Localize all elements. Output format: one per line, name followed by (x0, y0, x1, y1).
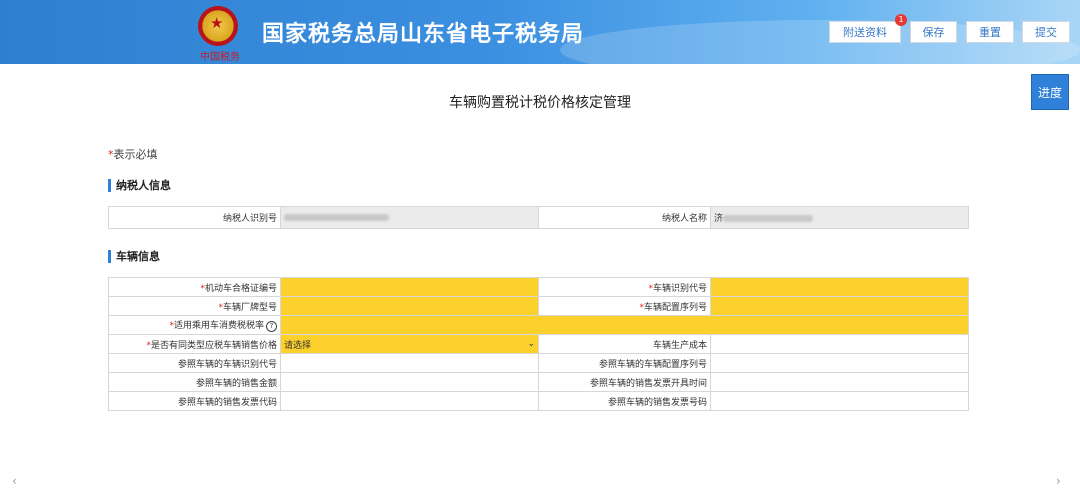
brand-model-label: *车辆厂牌型号 (108, 296, 281, 316)
scroll-right-icon[interactable]: › (1056, 474, 1061, 488)
taxpayer-name-label: 纳税人名称 (538, 206, 711, 229)
ref-invoice-number-label: 参照车辆的销售发票号码 (538, 391, 711, 411)
emblem-text: 中国税务 (200, 52, 240, 63)
consumption-tax-rate-input[interactable] (280, 315, 969, 335)
system-title: 国家税务总局山东省电子税务局 (262, 22, 585, 47)
certificate-number-input[interactable] (280, 277, 539, 297)
ref-invoice-number-input[interactable] (710, 391, 969, 411)
taxpayer-id-value (280, 206, 539, 229)
table-row: 参照车辆的车辆识别代号 参照车辆的车辆配置序列号 (108, 353, 969, 373)
help-icon[interactable]: ? (266, 321, 277, 332)
attachments-button[interactable]: 附送资料 (829, 21, 901, 43)
attachments-badge: 1 (895, 14, 907, 26)
ref-invoice-code-label: 参照车辆的销售发票代码 (108, 391, 281, 411)
table-row: *车辆厂牌型号 *车辆配置序列号 (108, 296, 969, 316)
ref-invoice-date-label: 参照车辆的销售发票开具时间 (538, 372, 711, 392)
config-serial-input[interactable] (710, 296, 969, 316)
config-serial-label: *车辆配置序列号 (538, 296, 711, 316)
table-row: *是否有同类型应税车辆销售价格 请选择 ⌄ 车辆生产成本 (108, 334, 969, 354)
taxpayer-section-title: 纳税人信息 (108, 179, 171, 192)
table-row: 参照车辆的销售金额 参照车辆的销售发票开具时间 (108, 372, 969, 392)
submit-button[interactable]: 提交 (1022, 21, 1070, 43)
vin-input[interactable] (710, 277, 969, 297)
ref-invoice-date-input[interactable] (710, 372, 969, 392)
production-cost-input[interactable] (710, 334, 969, 354)
page-title: 车辆购置税计税价格核定管理 (449, 95, 631, 111)
same-type-price-label: *是否有同类型应税车辆销售价格 (108, 334, 281, 354)
top-banner: ★ 中国税务 国家税务总局山东省电子税务局 附送资料 1 保存 重置 提交 (0, 0, 1080, 64)
ref-vin-input[interactable] (280, 353, 539, 373)
taxpayer-table: 纳税人识别号 纳税人名称 济 (108, 206, 969, 229)
required-note-text: 表示必填 (113, 148, 158, 161)
scroll-left-icon[interactable]: ‹ (12, 474, 17, 488)
table-row: *适用乘用车消费税税率? (108, 315, 969, 335)
national-emblem-icon: ★ (198, 6, 238, 46)
ref-config-serial-label: 参照车辆的车辆配置序列号 (538, 353, 711, 373)
required-note: *表示必填 (108, 146, 158, 162)
consumption-tax-rate-label: *适用乘用车消费税税率? (108, 315, 281, 335)
ref-sale-amount-label: 参照车辆的销售金额 (108, 372, 281, 392)
brand-model-input[interactable] (280, 296, 539, 316)
vehicle-table: *机动车合格证编号 *车辆识别代号 *车辆厂牌型号 *车辆配置序列号 *适用乘用… (108, 277, 969, 411)
chevron-down-icon[interactable]: ⌄ (527, 339, 535, 349)
certificate-number-label: *机动车合格证编号 (108, 277, 281, 297)
ref-config-serial-input[interactable] (710, 353, 969, 373)
save-button[interactable]: 保存 (910, 21, 957, 43)
reset-button[interactable]: 重置 (966, 21, 1014, 43)
production-cost-label: 车辆生产成本 (538, 334, 711, 354)
table-row: 参照车辆的销售发票代码 参照车辆的销售发票号码 (108, 391, 969, 411)
taxpayer-id-label: 纳税人识别号 (108, 206, 281, 229)
ref-vin-label: 参照车辆的车辆识别代号 (108, 353, 281, 373)
same-type-price-select[interactable]: 请选择 ⌄ (280, 334, 539, 354)
ref-sale-amount-input[interactable] (280, 372, 539, 392)
taxpayer-name-value: 济 (710, 206, 969, 229)
vehicle-section-title: 车辆信息 (108, 250, 160, 263)
vin-label: *车辆识别代号 (538, 277, 711, 297)
ref-invoice-code-input[interactable] (280, 391, 539, 411)
table-row: *机动车合格证编号 *车辆识别代号 (108, 277, 969, 297)
